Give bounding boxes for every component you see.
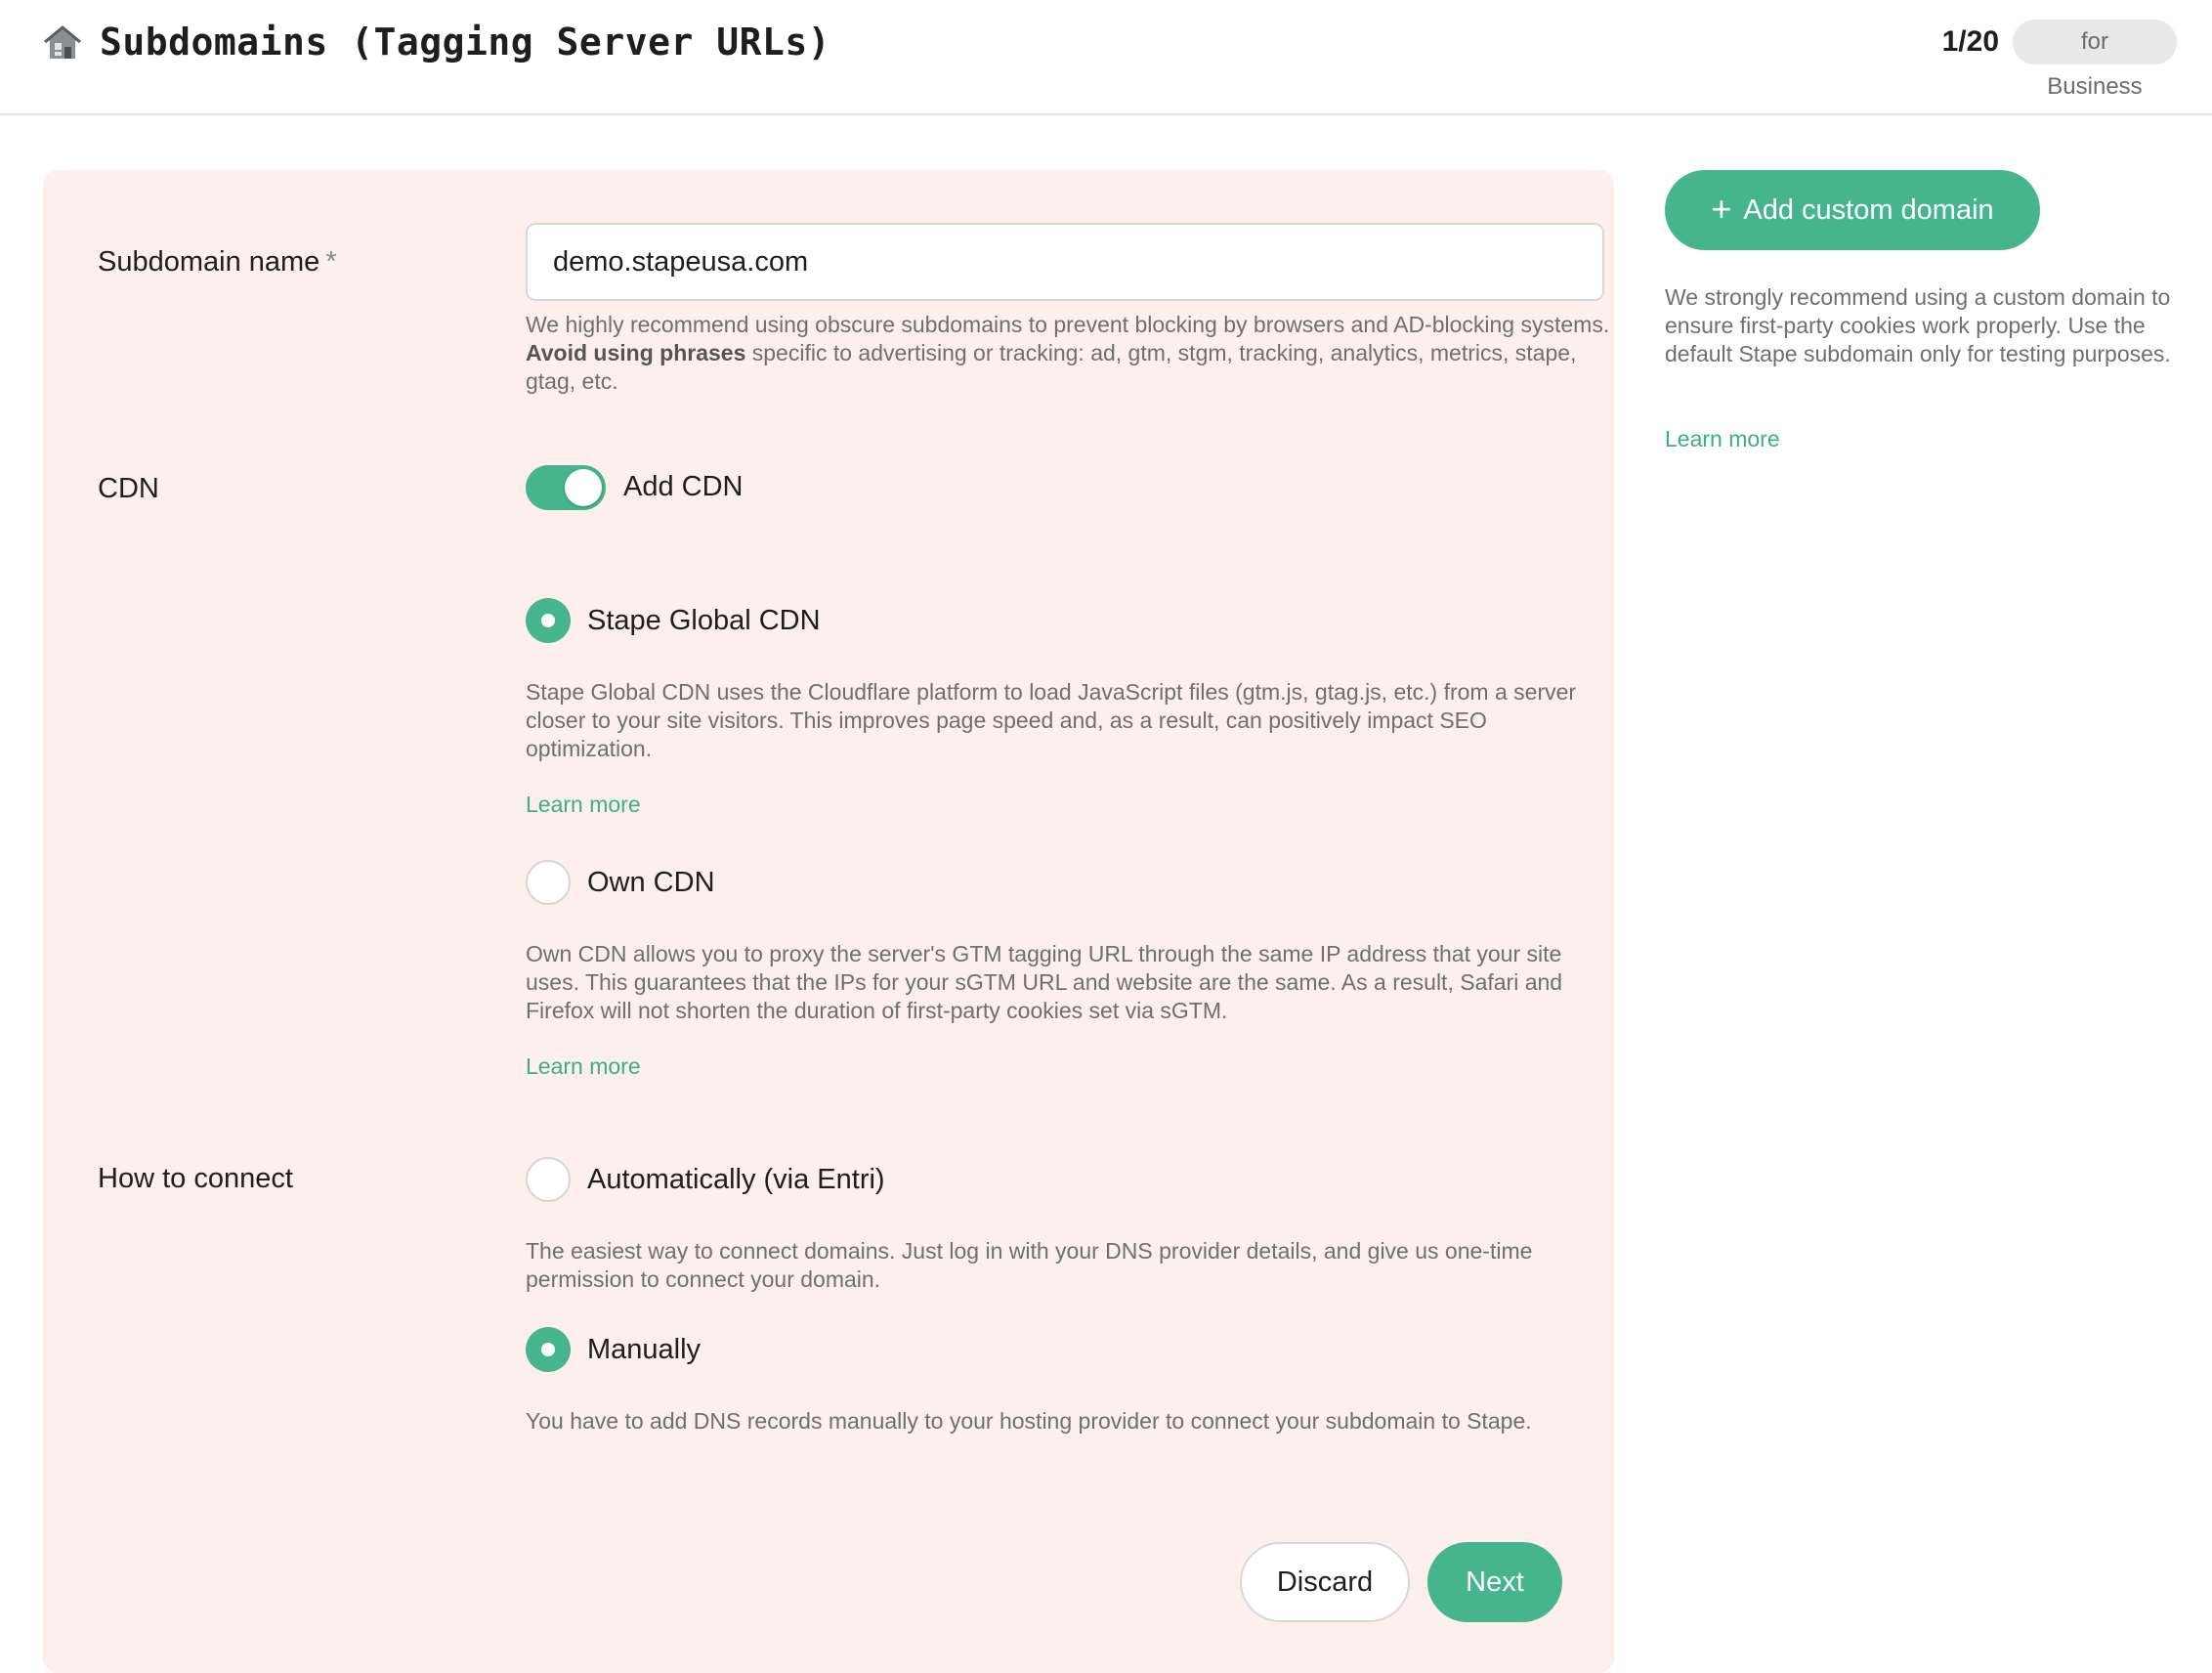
- own-cdn-description: Own CDN allows you to proxy the server's…: [526, 941, 1563, 1023]
- subdomain-name-input[interactable]: [526, 223, 1604, 301]
- cdn-label: CDN: [98, 473, 159, 504]
- required-mark: *: [325, 246, 337, 278]
- custom-domain-recommendation-text: We strongly recommend using a custom dom…: [1665, 284, 2171, 366]
- connect-manually-radio[interactable]: [526, 1327, 571, 1372]
- discard-button[interactable]: Discard: [1240, 1542, 1410, 1622]
- add-cdn-label: Add CDN: [623, 471, 744, 502]
- page-header: Subdomains (Tagging Server URLs) 1/20 fo…: [0, 0, 2212, 115]
- next-button[interactable]: Next: [1427, 1542, 1562, 1622]
- subdomain-helper-text: We highly recommend using obscure subdom…: [526, 312, 1610, 394]
- stape-global-cdn-radio[interactable]: [526, 598, 571, 643]
- subdomain-form-card: Subdomain name* We highly recommend usin…: [43, 170, 1614, 1673]
- connect-automatically-label[interactable]: Automatically (via Entri): [587, 1157, 885, 1202]
- plan-badge: for Business: [2013, 20, 2177, 100]
- stape-global-cdn-label[interactable]: Stape Global CDN: [587, 598, 821, 643]
- own-cdn-radio[interactable]: [526, 860, 571, 905]
- page-title: Subdomains (Tagging Server URLs): [100, 21, 831, 64]
- add-custom-domain-button[interactable]: + Add custom domain: [1665, 170, 2040, 250]
- connect-automatically-description: The easiest way to connect domains. Just…: [526, 1238, 1533, 1292]
- plus-icon: +: [1711, 188, 1732, 229]
- own-cdn-learn-more-link[interactable]: Learn more: [526, 1051, 641, 1081]
- add-custom-domain-label: Add custom domain: [1743, 193, 1994, 226]
- stape-global-cdn-learn-more-link[interactable]: Learn more: [526, 790, 641, 819]
- server-house-icon: [44, 25, 81, 59]
- connect-manually-description: You have to add DNS records manually to …: [526, 1408, 1532, 1434]
- own-cdn-label[interactable]: Own CDN: [587, 860, 715, 905]
- connect-manually-label[interactable]: Manually: [587, 1327, 701, 1372]
- connect-automatically-radio[interactable]: [526, 1157, 571, 1202]
- stape-global-cdn-description: Stape Global CDN uses the Cloudflare pla…: [526, 679, 1577, 761]
- toggle-knob: [565, 469, 602, 506]
- subdomain-name-label: Subdomain name *: [98, 246, 337, 278]
- add-cdn-toggle[interactable]: [526, 465, 606, 510]
- subdomain-counter: 1/20: [1941, 25, 1999, 58]
- custom-domain-learn-more-link[interactable]: Learn more: [1665, 424, 1780, 453]
- how-to-connect-label: How to connect: [98, 1163, 293, 1194]
